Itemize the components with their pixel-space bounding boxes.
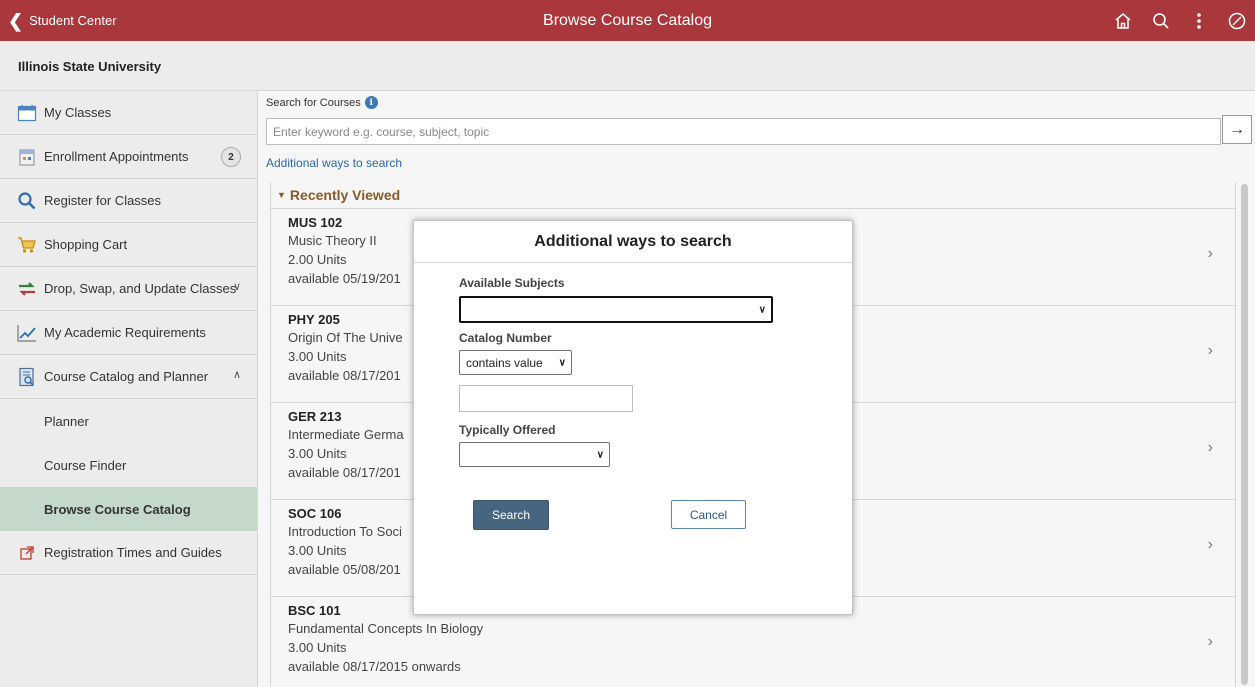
external-link-icon (17, 543, 37, 563)
sidebar-item-label: Register for Classes (44, 193, 162, 208)
top-banner: ❮ Student Center Browse Course Catalog (0, 0, 1255, 41)
appointment-calendar-icon (17, 147, 37, 167)
course-search-input[interactable] (266, 118, 1221, 145)
sidebar-item-enrollment-appointments[interactable]: Enrollment Appointments 2 (0, 135, 257, 179)
modal-title: Additional ways to search (414, 221, 852, 263)
shopping-cart-icon (17, 235, 37, 255)
sidebar-item-register-for-classes[interactable]: Register for Classes (0, 179, 257, 223)
sidebar-item-drop-swap-update[interactable]: Drop, Swap, and Update Classes ∨ (0, 267, 257, 311)
sidebar-item-label: Course Catalog and Planner (44, 369, 209, 384)
banner-actions (1113, 0, 1247, 41)
line-chart-icon (17, 323, 37, 343)
catalog-number-label: Catalog Number (459, 331, 552, 345)
arrow-right-icon: → (1229, 120, 1245, 138)
chevron-down-icon: ∨ (558, 357, 566, 368)
sidebar-item-label: Registration Times and Guides (44, 545, 222, 560)
chevron-right-icon: › (1207, 342, 1213, 359)
sidebar-item-label: Shopping Cart (44, 237, 128, 252)
additional-ways-to-search-link[interactable]: Additional ways to search (266, 156, 402, 170)
chevron-left-icon: ❮ (8, 10, 24, 31)
institution-name: Illinois State University (18, 59, 162, 74)
sidebar-item-academic-requirements[interactable]: My Academic Requirements (0, 311, 257, 355)
chevron-down-icon: ∨ (232, 281, 241, 293)
sidebar-item-course-catalog-planner[interactable]: Course Catalog and Planner ∧ (0, 355, 257, 399)
typically-offered-select[interactable]: ∨ (459, 442, 610, 467)
search-submit-button[interactable]: → (1222, 115, 1252, 144)
sidebar-item-label: Drop, Swap, and Update Classes (44, 281, 237, 296)
sidebar-subitem-planner[interactable]: Planner (0, 399, 257, 443)
search-icon[interactable] (1151, 11, 1171, 31)
recently-viewed-title: Recently Viewed (289, 187, 401, 203)
back-to-student-center-button[interactable]: ❮ Student Center (8, 0, 117, 41)
catalog-number-input[interactable] (459, 385, 633, 412)
typically-offered-label: Typically Offered (459, 423, 556, 437)
sidebar-item-my-classes[interactable]: My Classes (0, 91, 257, 135)
chevron-right-icon: › (1207, 439, 1213, 456)
search-button[interactable]: Search (473, 500, 549, 530)
chevron-right-icon: › (1207, 245, 1213, 262)
course-availability: available 08/17/2015 onwards (288, 659, 461, 674)
chevron-right-icon: › (1207, 633, 1213, 650)
chevron-up-icon: ∧ (232, 369, 241, 381)
catalog-number-operator-select[interactable]: contains value ∨ (459, 350, 572, 375)
compass-icon[interactable] (1227, 11, 1247, 31)
scrollbar-thumb[interactable] (1241, 184, 1248, 685)
search-for-courses-label: Search for Courses (266, 96, 361, 109)
sidebar-item-label: Enrollment Appointments (44, 149, 189, 164)
page-title: Browse Course Catalog (543, 12, 712, 29)
collapse-triangle-icon: ▼ (277, 190, 286, 200)
calendar-icon (17, 103, 37, 123)
catalog-number-operator-value: contains value (466, 355, 543, 370)
sidebar-item-label: My Academic Requirements (44, 325, 206, 340)
sidebar-subitem-browse-course-catalog[interactable]: Browse Course Catalog (0, 487, 257, 531)
sidebar-subitem-course-finder[interactable]: Course Finder (0, 443, 257, 487)
swap-arrows-icon (17, 279, 37, 299)
recently-viewed-header[interactable]: ▼ Recently Viewed (271, 182, 1235, 209)
available-subjects-select[interactable]: ∨ (459, 296, 773, 323)
info-icon[interactable]: i (364, 96, 378, 109)
magnifier-icon (17, 191, 37, 211)
back-label: Student Center (29, 13, 117, 28)
course-units: 3.00 Units (288, 640, 347, 655)
course-title: Fundamental Concepts In Biology (288, 621, 484, 636)
results-scrollbar[interactable] (1239, 182, 1251, 687)
chevron-down-icon: ∨ (596, 449, 604, 460)
search-label: Search for Courses i (266, 96, 378, 109)
institution-bar: Illinois State University (0, 41, 1255, 91)
appointments-count-badge: 2 (221, 147, 241, 167)
more-vertical-icon[interactable] (1189, 11, 1209, 31)
available-subjects-label: Available Subjects (459, 276, 565, 290)
catalog-book-icon (17, 367, 37, 387)
chevron-right-icon: › (1207, 536, 1213, 553)
additional-search-modal: Additional ways to search Available Subj… (413, 220, 853, 615)
chevron-down-icon: ∨ (758, 304, 766, 315)
cancel-button[interactable]: Cancel (671, 500, 746, 529)
sidebar-item-registration-times-guides[interactable]: Registration Times and Guides (0, 531, 257, 575)
sidebar-item-label: My Classes (44, 105, 112, 120)
home-icon[interactable] (1113, 11, 1133, 31)
sidebar: My Classes Enrollment Appointments 2 Reg… (0, 91, 258, 687)
sidebar-item-shopping-cart[interactable]: Shopping Cart (0, 223, 257, 267)
